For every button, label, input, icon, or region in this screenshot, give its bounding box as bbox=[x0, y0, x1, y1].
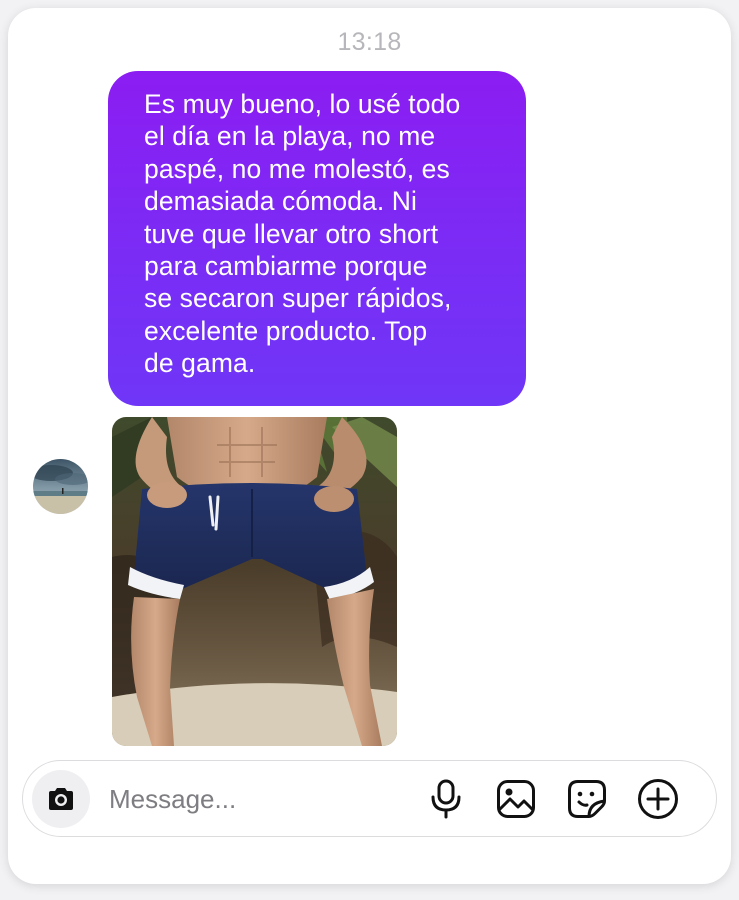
product-photo[interactable] bbox=[112, 417, 397, 746]
microphone-button[interactable] bbox=[424, 777, 468, 821]
message-line: tuve que llevar otro short bbox=[144, 218, 439, 249]
message-line: paspé, no me molestó, es bbox=[144, 153, 450, 184]
microphone-icon bbox=[431, 779, 461, 819]
sticker-icon bbox=[568, 780, 606, 818]
message-line: el día en la playa, no me bbox=[144, 121, 436, 152]
message-timestamp: 13:18 bbox=[337, 28, 402, 56]
sender-avatar[interactable] bbox=[33, 459, 88, 514]
gallery-button[interactable] bbox=[494, 777, 538, 821]
message-composer bbox=[22, 760, 717, 837]
sent-message-bubble[interactable]: Es muy bueno, lo usé todo el día en la p… bbox=[108, 71, 526, 406]
more-button[interactable] bbox=[636, 777, 680, 821]
plus-circle-icon bbox=[638, 779, 678, 819]
message-line: excelente producto. Top bbox=[144, 315, 428, 346]
camera-icon bbox=[49, 788, 73, 810]
gallery-icon bbox=[497, 780, 535, 818]
sticker-button[interactable] bbox=[565, 777, 609, 821]
message-line: de gama. bbox=[144, 348, 256, 379]
camera-button[interactable] bbox=[32, 770, 90, 828]
swim-shorts-model-image bbox=[112, 417, 397, 746]
chat-card: 13:18 Es muy bueno, lo usé todo el día e… bbox=[8, 8, 731, 884]
message-input[interactable] bbox=[109, 782, 389, 816]
message-line: se secaron super rápidos, bbox=[144, 283, 452, 314]
avatar-beach-image bbox=[33, 459, 88, 514]
message-line: para cambiarme porque bbox=[144, 251, 428, 282]
message-line: Es muy bueno, lo usé todo bbox=[144, 89, 461, 119]
message-line: demasiada cómoda. Ni bbox=[144, 186, 418, 217]
